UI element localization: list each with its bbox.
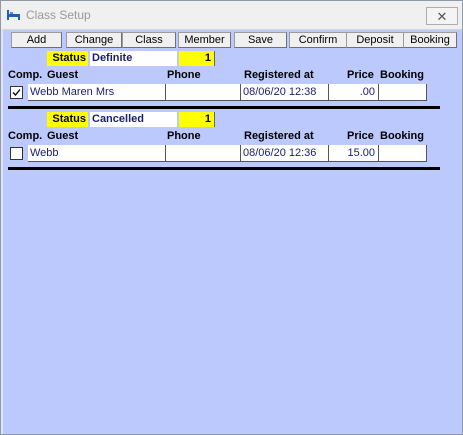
- comp-checkbox[interactable]: [10, 147, 23, 160]
- window-title: Class Setup: [26, 8, 91, 22]
- deposit-button[interactable]: Deposit: [346, 32, 404, 48]
- table-row: Webb 08/06/20 12:36 15.00: [1, 145, 462, 162]
- check-icon: [12, 89, 21, 96]
- table-row: Webb Maren Mrs 08/06/20 12:38 .00: [1, 84, 462, 101]
- phone-cell[interactable]: [166, 84, 241, 101]
- close-icon: ✕: [436, 8, 448, 24]
- price-cell[interactable]: 15.00: [329, 145, 379, 162]
- col-header-phone: Phone: [167, 69, 201, 81]
- col-header-registered: Registered at: [244, 69, 314, 81]
- registered-cell[interactable]: 08/06/20 12:36: [241, 145, 329, 162]
- booking-cell[interactable]: [379, 145, 427, 162]
- col-header-booking: Booking: [380, 130, 424, 142]
- save-button[interactable]: Save: [234, 32, 287, 48]
- member-button[interactable]: Member: [178, 32, 231, 48]
- bed-icon: [7, 9, 21, 24]
- col-header-registered: Registered at: [244, 130, 314, 142]
- col-header-price: Price: [347, 130, 374, 142]
- booking-cell[interactable]: [379, 84, 427, 101]
- comp-checkbox[interactable]: [10, 86, 23, 99]
- status-label: Status: [47, 51, 88, 66]
- guest-cell[interactable]: Webb Maren Mrs: [28, 84, 166, 101]
- status-value: Cancelled: [90, 112, 177, 127]
- change-button[interactable]: Change: [66, 32, 122, 48]
- class-setup-window: Class Setup ✕ Add Change Class Member Sa…: [0, 0, 463, 435]
- col-header-price: Price: [347, 69, 374, 81]
- group-divider: [8, 106, 440, 109]
- col-header-phone: Phone: [167, 130, 201, 142]
- phone-cell[interactable]: [166, 145, 241, 162]
- title-bar: Class Setup ✕: [1, 1, 462, 30]
- booking-button[interactable]: Booking: [403, 32, 457, 48]
- class-button[interactable]: Class: [122, 32, 176, 48]
- status-count: 1: [179, 112, 215, 127]
- col-header-comp: Comp.: [8, 130, 43, 142]
- price-cell[interactable]: .00: [329, 84, 379, 101]
- status-value: Definite: [90, 51, 177, 66]
- add-button[interactable]: Add: [11, 32, 62, 48]
- confirm-button[interactable]: Confirm: [289, 32, 347, 48]
- col-header-guest: Guest: [47, 130, 79, 142]
- status-count: 1: [179, 51, 215, 66]
- status-label: Status: [47, 112, 88, 127]
- guest-cell[interactable]: Webb: [28, 145, 166, 162]
- col-header-guest: Guest: [47, 69, 79, 81]
- col-header-comp: Comp.: [8, 69, 43, 81]
- col-header-booking: Booking: [380, 69, 424, 81]
- close-button[interactable]: ✕: [426, 7, 458, 25]
- group-divider: [8, 167, 440, 170]
- registered-cell[interactable]: 08/06/20 12:38: [241, 84, 329, 101]
